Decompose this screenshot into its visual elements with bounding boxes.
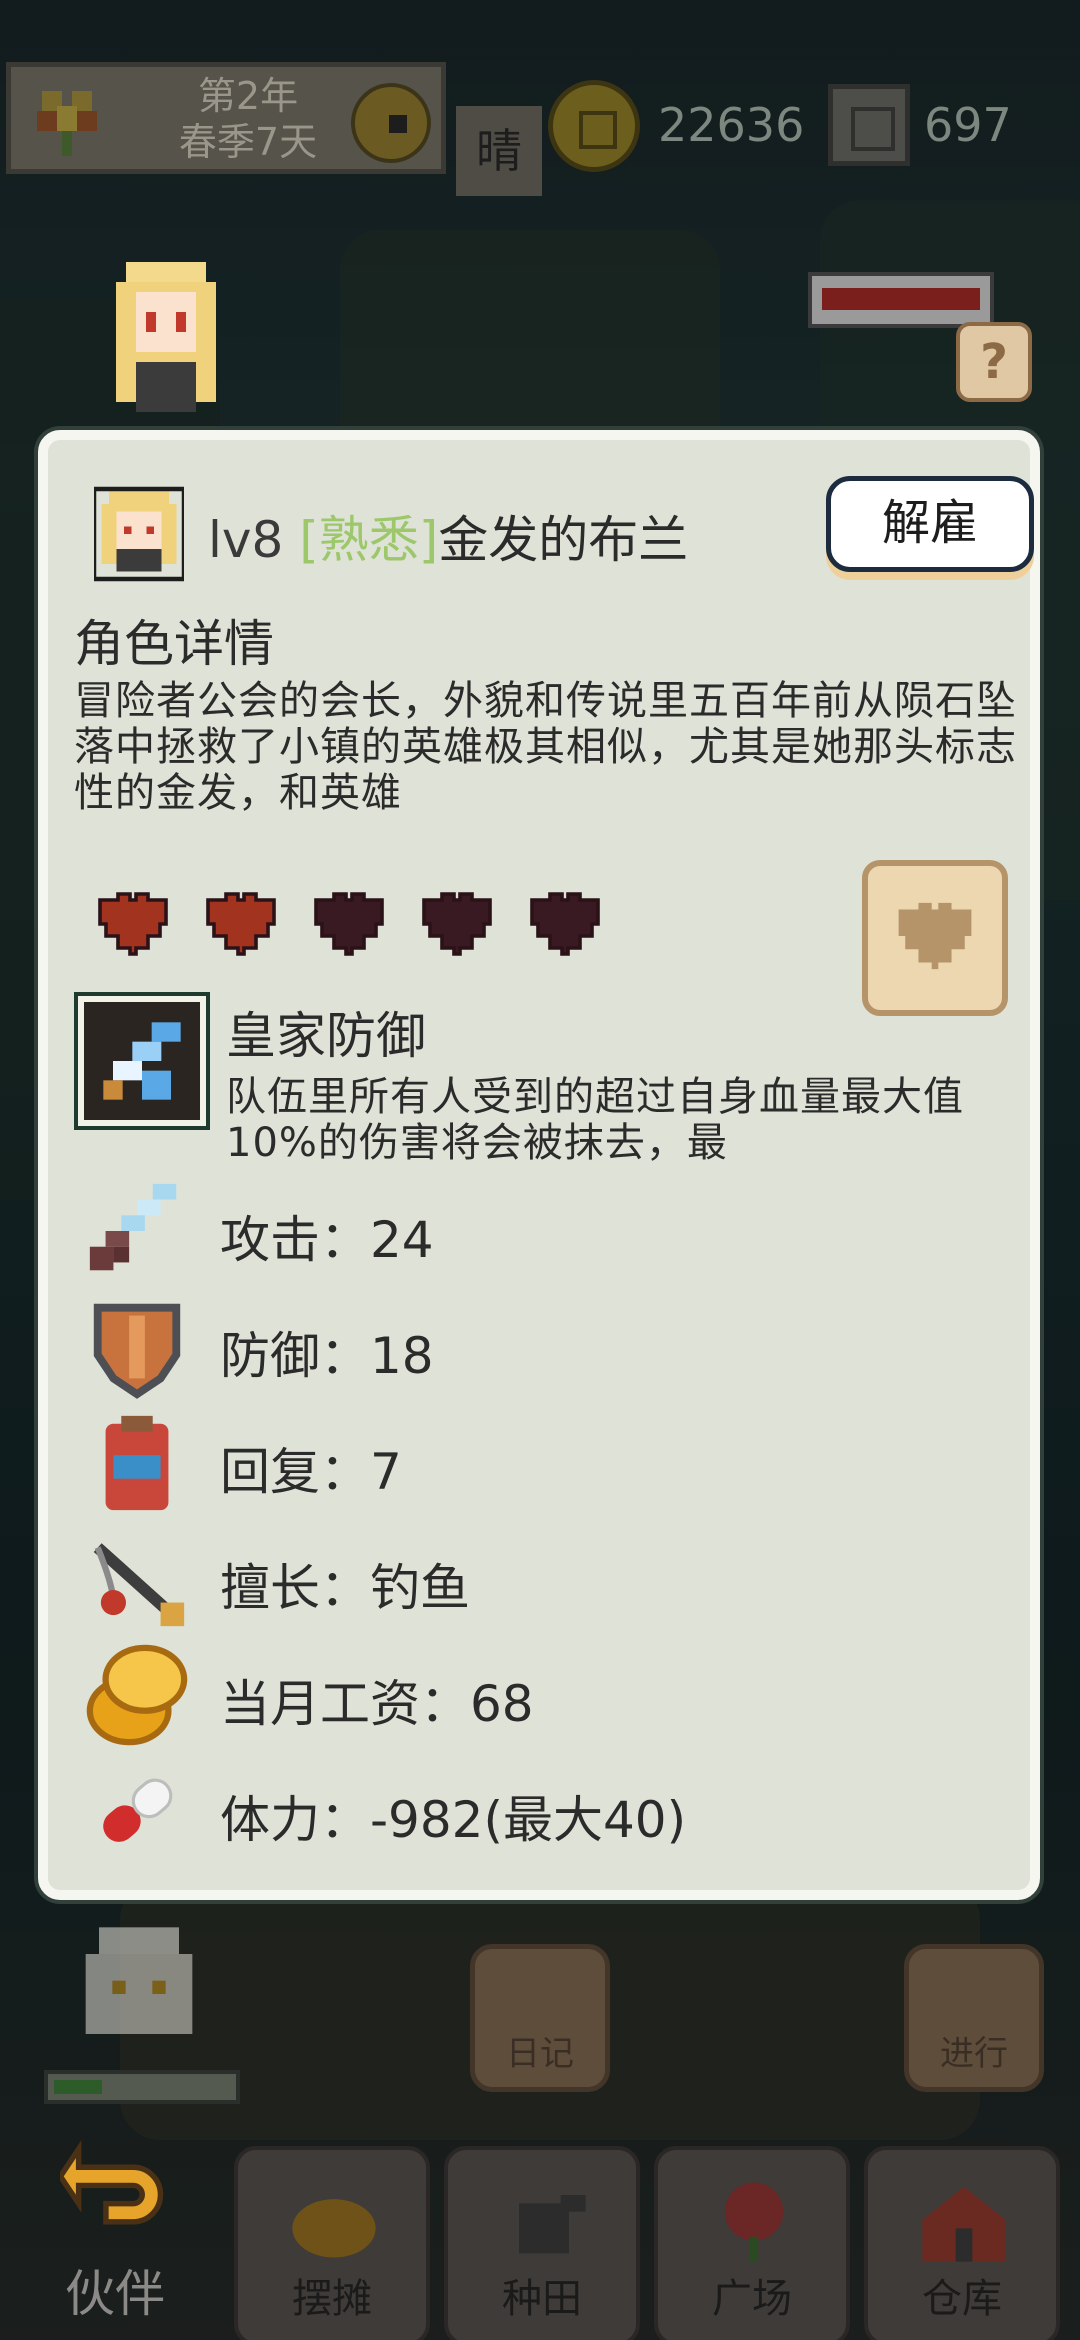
game-screen: 第2年 春季7天 晴 22636 697 ? lv8 [熟悉]金发的布兰 解雇 … [0, 0, 1080, 2340]
help-button[interactable]: ? [956, 322, 1032, 402]
stat-stamina: 体力：-982(最大40) [82, 1756, 1002, 1866]
stat-defense: 防御：18 [82, 1292, 1002, 1402]
weather-label: 晴 [456, 106, 542, 196]
stat-attack: 攻击：24 [82, 1176, 1002, 1286]
nav-farming-label: 种田 [502, 2276, 582, 2322]
companion-hp-bar [44, 2070, 240, 2104]
defense-value: 防御：18 [220, 1327, 434, 1385]
gem-icon [828, 84, 910, 166]
shield-icon [93, 1303, 181, 1399]
house-icon [922, 2186, 1006, 2262]
bottom-nav: 伙伴 摆摊 种田 广场 仓库 [0, 2124, 1080, 2340]
date-text: 第2年 春季7天 [143, 73, 353, 165]
character-avatar [94, 486, 184, 582]
character-name-line: lv8 [熟悉]金发的布兰 [208, 500, 688, 572]
character-description[interactable]: 冒险者公会的会长，外貌和传说里五百年前从陨石坠落中拯救了小镇的英雄极其相似，尤其… [74, 678, 1034, 814]
pill-icon [103, 1778, 173, 1842]
gold-coins-icon [86, 1644, 188, 1746]
nav-stall-label: 摆摊 [292, 2276, 372, 2322]
relation-label: [熟悉] [299, 511, 439, 569]
nav-plaza-label: 广场 [712, 2276, 792, 2322]
sword-icon [89, 1183, 177, 1271]
watering-can-icon [519, 2195, 586, 2254]
stall-coins-icon [292, 2199, 376, 2258]
nav-partner-label: 伙伴 [65, 2265, 165, 2323]
stat-specialty: 擅长：钓鱼 [82, 1524, 1002, 1634]
season-day-label: 春季7天 [178, 120, 318, 164]
heart-full-icon [206, 892, 276, 956]
enemy-hp-bar [808, 272, 994, 328]
attack-value: 攻击：24 [220, 1211, 434, 1269]
skill-name: 皇家防御 [226, 1007, 426, 1065]
diary-button[interactable]: 日记 [470, 1944, 610, 2092]
nav-stall[interactable]: 摆摊 [234, 2146, 430, 2340]
top-bar: 第2年 春季7天 晴 22636 697 [0, 58, 1080, 196]
fishing-rod-icon [93, 1543, 185, 1627]
level-label: lv8 [208, 511, 284, 569]
heart-empty-icon [530, 892, 600, 956]
character-name: 金发的布兰 [438, 511, 689, 569]
recover-value: 回复：7 [220, 1443, 402, 1501]
clover-icon [37, 91, 97, 156]
companion-sprite [85, 1927, 193, 2034]
diary-label: 日记 [506, 2034, 574, 2074]
nav-farming[interactable]: 种田 [444, 2146, 640, 2340]
skill-description[interactable]: 队伍里所有人受到的超过自身血量最大值10%的伤害将会被抹去，最 [226, 1074, 1026, 1190]
gift-heart-button[interactable] [862, 860, 1008, 1016]
nav-plaza[interactable]: 广场 [654, 2146, 850, 2340]
gold-coin-icon [548, 80, 640, 172]
heart-empty-icon [422, 892, 492, 956]
character-detail-panel: lv8 [熟悉]金发的布兰 解雇 角色详情 冒险者公会的会长，外貌和传说里五百年… [38, 430, 1040, 1900]
nav-warehouse[interactable]: 仓库 [864, 2146, 1060, 2340]
specialty-value: 擅长：钓鱼 [220, 1559, 470, 1617]
nav-warehouse-label: 仓库 [922, 2276, 1002, 2322]
gold-amount: 22636 [658, 98, 805, 152]
back-arrow-icon [60, 2140, 164, 2225]
royal-defense-icon [84, 1003, 200, 1119]
salary-value: 当月工资：68 [220, 1675, 534, 1733]
proceed-button[interactable]: 进行 [904, 1944, 1044, 2092]
heart-icon [898, 902, 972, 970]
skill-icon[interactable] [74, 992, 210, 1130]
section-title: 角色详情 [74, 615, 274, 673]
year-label: 第2年 [197, 74, 299, 118]
stat-recover: 回复：7 [82, 1408, 1002, 1518]
heart-empty-icon [314, 892, 384, 956]
stamina-value: 体力：-982(最大40) [220, 1791, 687, 1849]
stat-salary: 当月工资：68 [82, 1640, 1002, 1750]
proceed-label: 进行 [940, 2034, 1008, 2074]
nav-partner[interactable]: 伙伴 [0, 2124, 220, 2340]
character-sprite [116, 262, 216, 412]
heart-full-icon [98, 892, 168, 956]
date-box: 第2年 春季7天 [6, 62, 446, 174]
flower-icon [724, 2182, 784, 2262]
backpack-icon [105, 1415, 169, 1511]
fire-button[interactable]: 解雇 [826, 476, 1034, 572]
moon-icon [351, 83, 431, 163]
gem-amount: 697 [924, 98, 1012, 152]
